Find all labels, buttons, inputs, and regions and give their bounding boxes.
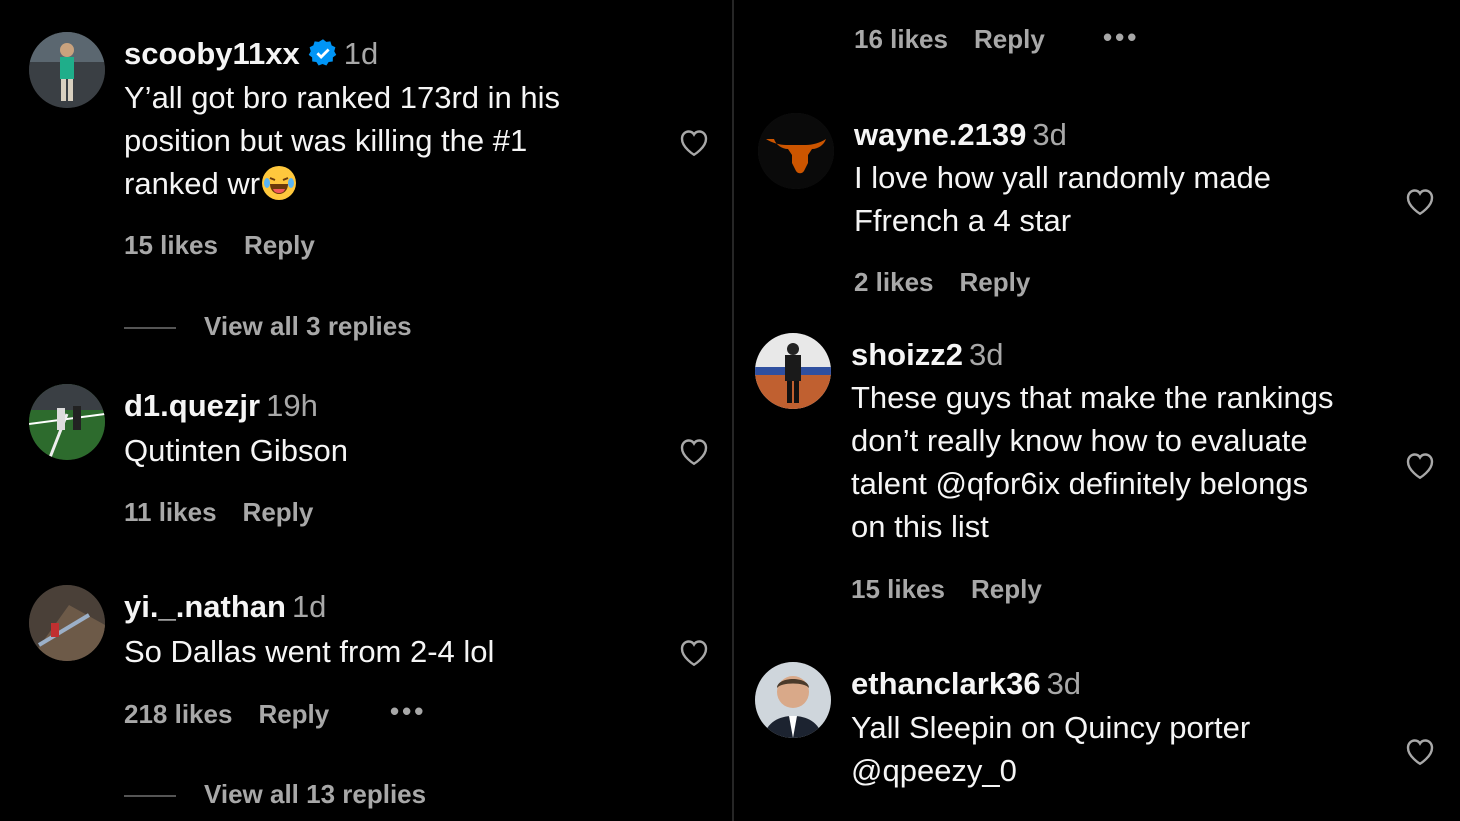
comment-text: So Dallas went from 2-4 lol [124, 630, 664, 673]
username[interactable]: ethanclark36 [851, 666, 1041, 701]
heart-outline-icon[interactable] [1401, 183, 1439, 219]
reply-button[interactable]: Reply [243, 497, 314, 527]
comment-actions: 15 likes Reply [851, 574, 1068, 605]
comment-text: Qutinten Gibson [124, 429, 664, 472]
heart-outline-icon[interactable] [675, 124, 713, 160]
like-count[interactable]: 16 likes [854, 24, 948, 54]
replies-line [124, 795, 176, 798]
comment-line: Ffrench a 4 star [854, 203, 1072, 238]
heart-outline-icon[interactable] [1401, 733, 1439, 769]
like-count[interactable]: 11 likes [124, 497, 217, 527]
username[interactable]: scooby11xx [124, 36, 300, 71]
comment-line: Qutinten Gibson [124, 433, 349, 468]
comment-line: I love how yall randomly made [854, 160, 1271, 195]
username[interactable]: shoizz2 [851, 337, 963, 372]
reply-button[interactable]: Reply [258, 699, 329, 729]
comment-actions: 218 likes Reply [124, 699, 355, 730]
more-options-icon[interactable]: ••• [1103, 22, 1139, 53]
verified-badge-icon [308, 39, 337, 66]
comment-line: position but was killing the #1 [124, 123, 528, 158]
comment-header: ethanclark36 3d [851, 664, 1081, 710]
like-count[interactable]: 15 likes [124, 230, 218, 260]
timestamp: 19h [266, 388, 318, 423]
avatar[interactable] [29, 585, 105, 661]
heart-outline-icon[interactable] [675, 634, 713, 670]
reply-button[interactable]: Reply [244, 230, 315, 260]
comment-text: I love how yall randomly made Ffrench a … [854, 156, 1394, 242]
comment-line: @qpeezy_0 [851, 753, 1017, 788]
comment-line: on this list [851, 509, 989, 544]
comment-line: talent @qfor6ix definitely belongs [851, 466, 1309, 501]
more-options-icon[interactable]: ••• [390, 696, 426, 727]
timestamp: 1d [291, 589, 327, 624]
comment-line-text: ranked wr [124, 166, 261, 201]
comment-text: Y’all got bro ranked 173rd in his positi… [124, 76, 664, 205]
like-count[interactable]: 218 likes [124, 699, 232, 729]
comment-line: Yall Sleepin on Quincy porter [851, 710, 1251, 745]
comment-actions: 11 likes Reply [124, 497, 339, 528]
view-replies-label: View all 13 replies [204, 779, 427, 809]
reply-button[interactable]: Reply [971, 574, 1042, 604]
timestamp: 1d [343, 36, 379, 71]
comment-header: scooby11xx 1d [124, 34, 378, 80]
view-replies-button[interactable]: View all 13 replies [124, 779, 426, 810]
comment-header: shoizz2 3d [851, 335, 1003, 381]
reply-button[interactable]: Reply [974, 24, 1045, 54]
view-replies-label: View all 3 replies [204, 311, 412, 341]
timestamp: 3d [1046, 666, 1082, 701]
timestamp: 3d [968, 337, 1004, 372]
avatar[interactable] [29, 384, 105, 460]
view-replies-button[interactable]: View all 3 replies [124, 311, 412, 342]
username[interactable]: wayne.2139 [854, 117, 1026, 152]
comment-line: Y’all got bro ranked 173rd in his [124, 80, 560, 115]
avatar[interactable] [758, 113, 834, 189]
heart-outline-icon[interactable] [1401, 447, 1439, 483]
comment-header: wayne.2139 3d [854, 115, 1067, 161]
comment-line: So Dallas went from 2-4 lol [124, 634, 495, 669]
comment-line: don’t really know how to evaluate [851, 423, 1308, 458]
column-divider [732, 0, 734, 821]
comment-line: ranked wr [124, 162, 664, 205]
comment-actions: 16 likes Reply [854, 24, 1071, 55]
like-count[interactable]: 15 likes [851, 574, 945, 604]
comment-header: yi._.nathan 1d [124, 587, 326, 633]
username[interactable]: yi._.nathan [124, 589, 286, 624]
avatar[interactable] [755, 333, 831, 409]
heart-outline-icon[interactable] [675, 433, 713, 469]
comment-line: These guys that make the rankings [851, 380, 1334, 415]
timestamp: 3d [1032, 117, 1067, 152]
replies-line [124, 327, 176, 330]
avatar[interactable] [29, 32, 105, 108]
like-count[interactable]: 2 likes [854, 267, 934, 297]
reply-button[interactable]: Reply [960, 267, 1031, 297]
username[interactable]: d1.quezjr [124, 388, 260, 423]
comment-text: Yall Sleepin on Quincy porter @qpeezy_0 [851, 706, 1391, 792]
comment-actions: 2 likes Reply [854, 267, 1056, 298]
comment-text: These guys that make the rankings don’t … [851, 376, 1391, 548]
laughing-crying-emoji-icon [262, 166, 297, 200]
comment-header: d1.quezjr 19h [124, 386, 318, 432]
avatar[interactable] [755, 662, 831, 738]
comment-actions: 15 likes Reply [124, 230, 341, 261]
